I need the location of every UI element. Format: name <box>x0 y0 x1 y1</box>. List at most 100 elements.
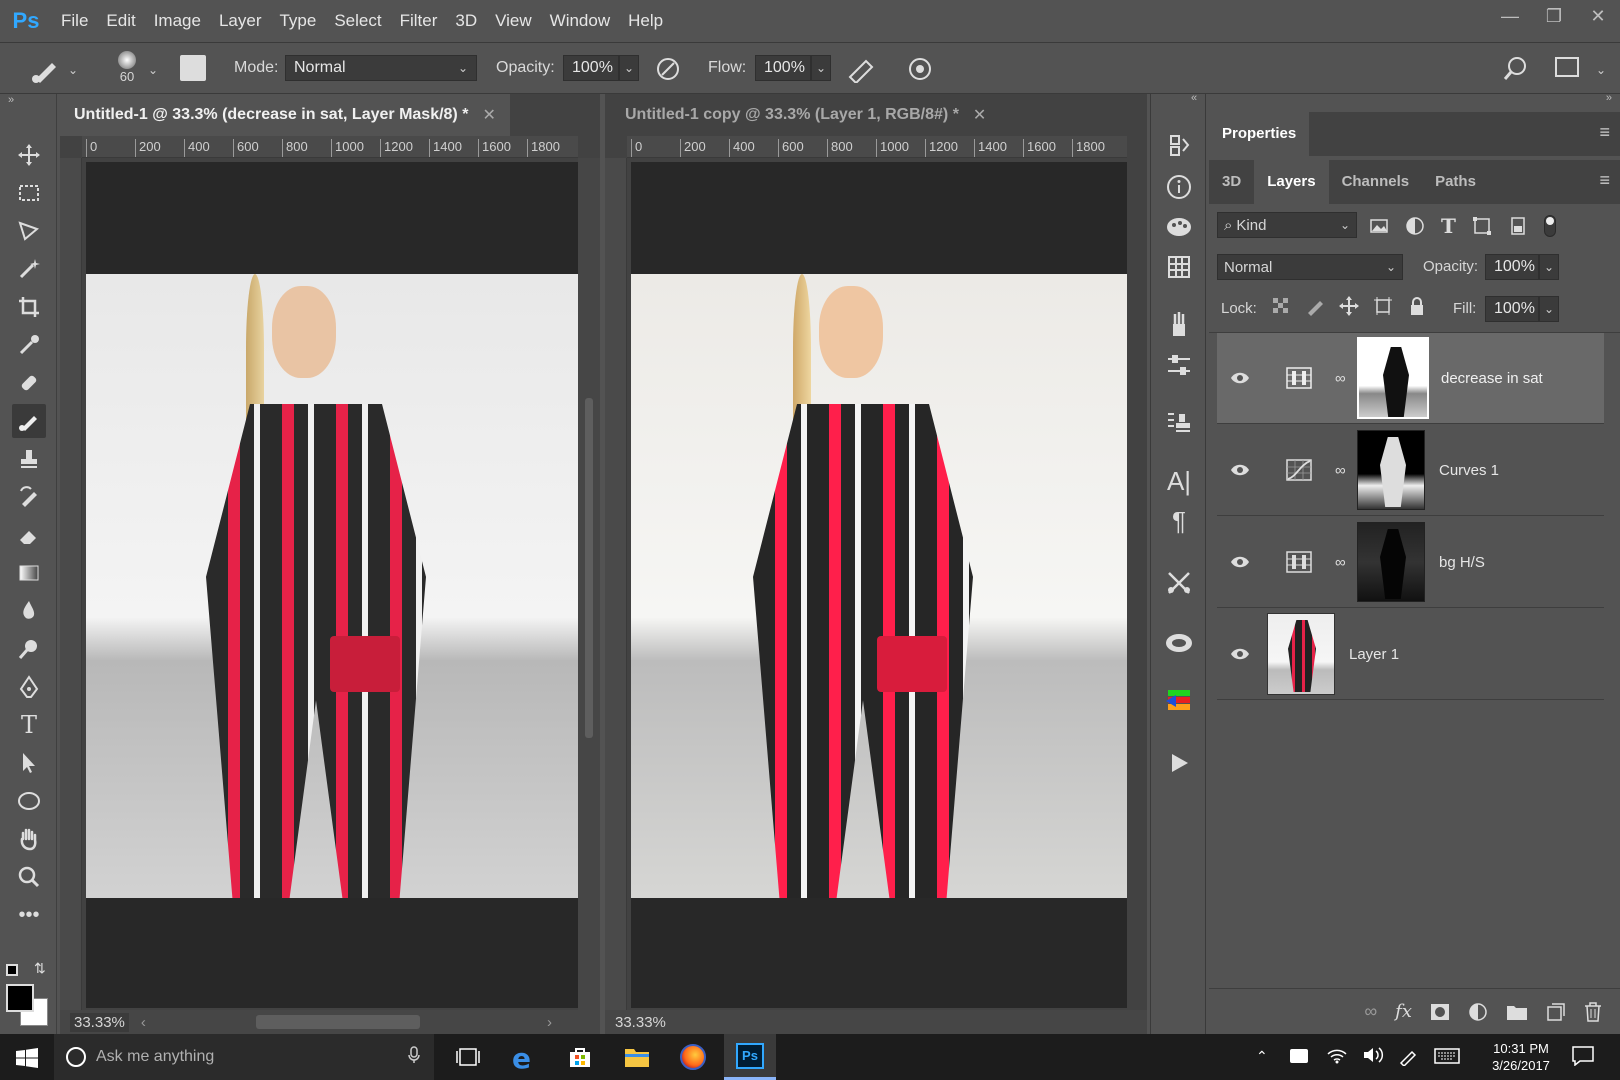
flow-dropdown[interactable]: ⌄ <box>811 55 831 81</box>
pressure-opacity-icon[interactable] <box>654 55 682 87</box>
link-chain-icon[interactable]: ∞ <box>1335 554 1357 571</box>
collapse-icon[interactable]: « <box>1191 92 1197 104</box>
menu-filter[interactable]: Filter <box>391 0 447 42</box>
brush-panel-icon[interactable] <box>180 55 206 81</box>
lock-transparent-icon[interactable] <box>1271 296 1291 316</box>
workspace-icon[interactable] <box>1555 57 1579 77</box>
default-colors-icon[interactable] <box>6 964 18 976</box>
hand-tool-icon[interactable] <box>12 822 46 856</box>
volume-icon[interactable] <box>1362 1046 1384 1068</box>
hue-saturation-adjustment-icon[interactable] <box>1263 551 1335 573</box>
color-plugin-icon[interactable] <box>1164 686 1194 716</box>
system-clock[interactable]: 10:31 PM 3/26/2017 <box>1476 1040 1566 1074</box>
horizontal-scroll-thumb[interactable] <box>255 1015 420 1029</box>
menu-3d[interactable]: 3D <box>446 0 486 42</box>
fill-input[interactable]: 100% <box>1485 296 1539 322</box>
airbrush-icon[interactable] <box>846 55 878 87</box>
zoom-level[interactable]: 33.33% <box>70 1012 129 1032</box>
layer-thumbnail[interactable] <box>1267 613 1335 695</box>
scroll-left-icon[interactable]: ‹ <box>141 1014 146 1031</box>
vertical-scrollbar[interactable] <box>578 158 600 1010</box>
eyedropper-tool-icon[interactable] <box>12 328 46 362</box>
marquee-tool-icon[interactable] <box>12 176 46 210</box>
menu-select[interactable]: Select <box>325 0 390 42</box>
menu-image[interactable]: Image <box>145 0 210 42</box>
brushes-icon[interactable] <box>1164 310 1194 340</box>
blur-tool-icon[interactable] <box>12 594 46 628</box>
taskbar-photoshop-button[interactable]: Ps <box>724 1034 776 1080</box>
history-icon[interactable] <box>1164 130 1194 160</box>
action-center-icon[interactable] <box>1572 1046 1594 1070</box>
shape-layer-filter-icon[interactable] <box>1472 216 1492 236</box>
close-tab-icon[interactable]: ✕ <box>973 105 986 125</box>
edge-browser-icon[interactable]: e <box>512 1042 531 1075</box>
layer-name[interactable]: Curves 1 <box>1439 462 1499 479</box>
menu-view[interactable]: View <box>486 0 541 42</box>
link-layers-icon[interactable]: ∞ <box>1364 1001 1377 1022</box>
dodge-tool-icon[interactable] <box>12 632 46 666</box>
visibility-eye-icon[interactable] <box>1217 463 1263 477</box>
flow-input[interactable]: 100% <box>755 55 811 81</box>
layer-row[interactable]: Layer 1 <box>1217 609 1604 700</box>
crop-tool-icon[interactable] <box>12 290 46 324</box>
tab-layers[interactable]: Layers <box>1254 160 1329 204</box>
filter-toggle[interactable] <box>1543 215 1556 237</box>
delete-layer-trash-icon[interactable] <box>1584 1001 1602 1022</box>
path-selection-tool-icon[interactable] <box>12 746 46 780</box>
expand-panel-icon[interactable]: » <box>8 94 14 106</box>
layer-opacity-dropdown[interactable]: ⌄ <box>1539 254 1559 280</box>
lock-all-icon[interactable] <box>1407 296 1427 316</box>
eraser-tool-icon[interactable] <box>12 518 46 552</box>
foreground-color-swatch[interactable] <box>6 984 34 1012</box>
menu-help[interactable]: Help <box>619 0 672 42</box>
creative-cloud-libraries-icon[interactable] <box>1164 628 1194 658</box>
close-tab-icon[interactable]: ✕ <box>482 105 495 125</box>
mode-select[interactable]: Normal ⌄ <box>285 55 477 81</box>
cortana-search-box[interactable]: Ask me anything <box>54 1034 434 1080</box>
visibility-eye-icon[interactable] <box>1217 371 1263 385</box>
menu-type[interactable]: Type <box>270 0 325 42</box>
visibility-eye-icon[interactable] <box>1217 555 1263 569</box>
panel-menu-icon[interactable]: ≡ <box>1599 122 1610 143</box>
restore-button[interactable]: ❐ <box>1532 0 1576 32</box>
link-chain-icon[interactable]: ∞ <box>1335 370 1357 387</box>
visibility-eye-icon[interactable] <box>1217 647 1263 661</box>
brush-size-picker[interactable]: 60 <box>112 49 142 89</box>
file-explorer-icon[interactable] <box>624 1046 650 1072</box>
expand-dock-icon[interactable]: » <box>1606 92 1612 104</box>
info-icon[interactable] <box>1164 172 1194 202</box>
lock-image-pixels-icon[interactable] <box>1305 296 1325 316</box>
chevron-down-icon[interactable]: ⌄ <box>68 63 78 77</box>
ellipse-tool-icon[interactable] <box>12 784 46 818</box>
zoom-level[interactable]: 33.33% <box>615 1014 666 1031</box>
tab-3d[interactable]: 3D <box>1209 160 1254 204</box>
menu-edit[interactable]: Edit <box>97 0 144 42</box>
layer-row[interactable]: ∞ decrease in sat <box>1217 333 1604 424</box>
layer-name[interactable]: bg H/S <box>1439 554 1485 571</box>
character-icon[interactable]: A| <box>1164 466 1194 496</box>
smart-object-filter-icon[interactable] <box>1508 216 1528 236</box>
clone-stamp-tool-icon[interactable] <box>12 442 46 476</box>
move-tool-icon[interactable] <box>12 138 46 172</box>
zoom-tool-icon[interactable] <box>12 860 46 894</box>
magic-wand-tool-icon[interactable] <box>12 252 46 286</box>
opacity-input[interactable]: 100% <box>563 55 619 81</box>
color-palette-icon[interactable] <box>1164 212 1194 242</box>
fill-dropdown[interactable]: ⌄ <box>1539 296 1559 322</box>
properties-tab[interactable]: Properties <box>1209 112 1310 156</box>
brush-tool-preset-icon[interactable] <box>30 55 62 87</box>
healing-brush-tool-icon[interactable] <box>12 366 46 400</box>
gradient-tool-icon[interactable] <box>12 556 46 590</box>
panel-menu-icon[interactable]: ≡ <box>1599 170 1610 191</box>
pressure-size-icon[interactable] <box>906 55 934 87</box>
layer-row[interactable]: ∞ Curves 1 <box>1217 425 1604 516</box>
lasso-tool-icon[interactable] <box>12 214 46 248</box>
actions-play-icon[interactable] <box>1164 748 1194 778</box>
adjustments-sliders-icon[interactable] <box>1164 350 1194 380</box>
blend-mode-select[interactable]: Normal ⌄ <box>1217 254 1403 280</box>
chevron-down-icon[interactable]: ⌄ <box>148 63 158 77</box>
opacity-dropdown[interactable]: ⌄ <box>619 55 639 81</box>
pen-ink-icon[interactable] <box>1398 1046 1418 1070</box>
document-tab-active[interactable]: Untitled-1 @ 33.3% (decrease in sat, Lay… <box>60 94 510 136</box>
swatches-icon[interactable] <box>1164 252 1194 282</box>
